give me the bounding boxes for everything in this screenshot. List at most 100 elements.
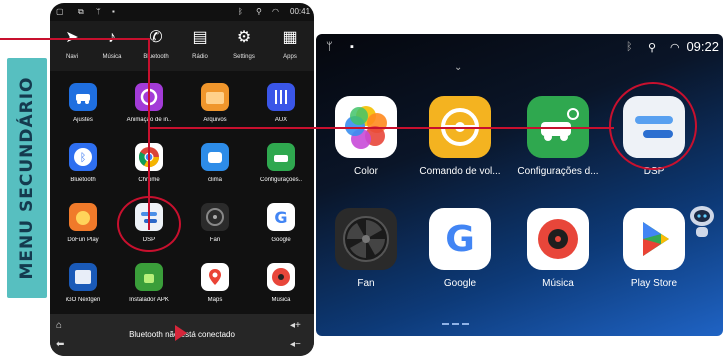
app-configuracoes[interactable]: Configurações..: [248, 143, 314, 183]
app-musica-right[interactable]: Música: [510, 208, 606, 289]
svg-text:G: G: [445, 219, 475, 260]
car-settings-icon: [69, 83, 97, 111]
dock-settings[interactable]: ⚙ Settings: [222, 21, 266, 71]
assistant-robot-icon[interactable]: [687, 202, 717, 242]
home-icon[interactable]: ⌂: [56, 320, 62, 331]
app-maps[interactable]: Maps: [182, 263, 248, 303]
bluetooth-status-icon: ᛒ: [626, 41, 633, 53]
sd-card-icon: ▪: [350, 41, 354, 53]
dock-label: Navi: [65, 54, 78, 60]
clock-text: 09:22: [686, 39, 719, 54]
play-store-icon: [623, 208, 685, 270]
pointer-triangle-icon: [175, 325, 187, 341]
secondary-menu-label-box: MENU SECUNDÁRIO: [7, 58, 47, 298]
sd-card-icon: ▪: [112, 7, 115, 16]
bottom-bar: ⌂ ⬅ Bluetooth não está conectado ◂+ ◂−: [50, 314, 314, 356]
car-config-icon: [267, 143, 295, 171]
volume-up-icon[interactable]: ◂+: [290, 320, 301, 331]
dock-label: Rádio: [192, 54, 208, 60]
dock-navi[interactable]: ➤ Navi: [50, 21, 94, 71]
igo-icon: [69, 263, 97, 291]
gear-icon: ⚙: [236, 29, 252, 46]
status-bar: ▢ ⧉ ᛘ ▪ ᛒ ⚲ ◠ 00:41: [50, 3, 314, 21]
folder-icon: [201, 83, 229, 111]
svg-text:G: G: [274, 208, 287, 227]
app-fan-right[interactable]: Fan: [318, 208, 414, 289]
app-label: Google: [271, 237, 291, 243]
app-label: Fan: [357, 278, 375, 289]
fan-icon: [335, 208, 397, 270]
app-label: AUX: [274, 117, 288, 123]
secondary-menu-label: MENU SECUNDÁRIO: [17, 76, 37, 280]
app-google-right[interactable]: G Google: [412, 208, 508, 289]
bluetooth-status-icon: ᛒ: [238, 7, 243, 16]
app-label: clima: [207, 177, 222, 183]
launcher-screen: ᛘ ▪ ᛒ ⚲ ◠ 09:22 ⌄ Color Comando de vol..…: [316, 34, 723, 336]
app-label: Configurações..: [259, 177, 303, 183]
app-label: Bluetooth: [70, 177, 96, 183]
usb-icon: ᛘ: [326, 41, 333, 53]
app-color[interactable]: Color: [318, 96, 414, 177]
app-label: Color: [354, 166, 378, 177]
app-google-left[interactable]: G Google: [248, 203, 314, 243]
app-arquivos[interactable]: Arquivos: [182, 83, 248, 123]
top-dock: ➤ Navi ♪ Música ✆ Bluetooth ▤ Rádio ⚙ Se…: [50, 21, 314, 71]
dock-label: Settings: [233, 54, 255, 60]
dock-apps[interactable]: ▦ Apps: [268, 21, 312, 71]
app-label: iGO Nextgen: [65, 297, 101, 303]
location-icon: ⚲: [648, 42, 657, 54]
dock-label: Música: [102, 54, 122, 60]
google-icon: G: [429, 208, 491, 270]
dock-bluetooth[interactable]: ✆ Bluetooth: [134, 21, 178, 71]
callout-line-top: [0, 38, 150, 40]
maps-icon: [201, 263, 229, 291]
location-icon: ⚲: [256, 7, 262, 16]
app-bluetooth[interactable]: ᛒ Bluetooth: [50, 143, 116, 183]
app-fan-left[interactable]: Fan: [182, 203, 248, 243]
app-label: Música: [542, 278, 574, 289]
fan-icon: [201, 203, 229, 231]
copy-icon: ⧉: [78, 7, 84, 16]
app-label: Configurações d...: [517, 166, 599, 177]
dock-radio[interactable]: ▤ Rádio: [178, 21, 222, 71]
app-clima[interactable]: clima: [182, 143, 248, 183]
volume-down-icon[interactable]: ◂−: [290, 339, 301, 350]
radio-icon: ▤: [192, 29, 208, 46]
app-ajustes[interactable]: Ajustes: [50, 83, 116, 123]
dock-music[interactable]: ♪ Música: [90, 21, 134, 71]
wifi-icon: ◠: [272, 7, 279, 16]
app-label: Fan: [209, 237, 221, 243]
dofun-icon: [69, 203, 97, 231]
app-grid: Ajustes Animação de in.. Arquivos AUX ᛒ …: [50, 73, 314, 313]
app-label: Arquivos: [203, 117, 227, 123]
svg-text:ᛒ: ᛒ: [80, 151, 87, 164]
back-icon[interactable]: ⬅: [56, 339, 64, 350]
app-label: Play Store: [630, 278, 678, 289]
highlight-circle-right: [609, 82, 697, 170]
clock-text: 00:41: [290, 7, 311, 16]
page-indicator: [442, 312, 472, 325]
app-label: Ajustes: [73, 117, 93, 123]
app-dofun-play[interactable]: DoFun Play: [50, 203, 116, 243]
square-icon: ▢: [56, 7, 64, 16]
app-igo[interactable]: iGO Nextgen: [50, 263, 116, 303]
status-bar-right: ᛘ ▪ ᛒ ⚲ ◠ 09:22: [316, 34, 723, 58]
equalizer-icon: [267, 83, 295, 111]
bluetooth-icon: ᛒ: [69, 143, 97, 171]
app-instalador-apk[interactable]: Instalador APK: [116, 263, 182, 303]
wifi-icon: ◠: [670, 42, 680, 54]
usb-icon: ᛘ: [96, 7, 101, 16]
android-icon: [135, 263, 163, 291]
app-label: DoFun Play: [67, 237, 99, 243]
apps-grid-icon: ▦: [282, 29, 298, 46]
vinyl-icon: [527, 208, 589, 270]
secondary-menu-screen: ▢ ⧉ ᛘ ▪ ᛒ ⚲ ◠ 00:41 ➤ Navi ♪ Música ✆ Bl…: [50, 3, 314, 356]
google-icon: G: [267, 203, 295, 231]
chevron-down-icon[interactable]: ⌄: [454, 62, 462, 73]
app-comando-volante[interactable]: Comando de vol...: [412, 96, 508, 177]
app-configuracoes-carro[interactable]: Configurações d...: [510, 96, 606, 177]
app-aux[interactable]: AUX: [248, 83, 314, 123]
app-musica-left[interactable]: Música: [248, 263, 314, 303]
callout-line-horizontal: [148, 127, 614, 129]
app-label: Comando de vol...: [419, 166, 501, 177]
